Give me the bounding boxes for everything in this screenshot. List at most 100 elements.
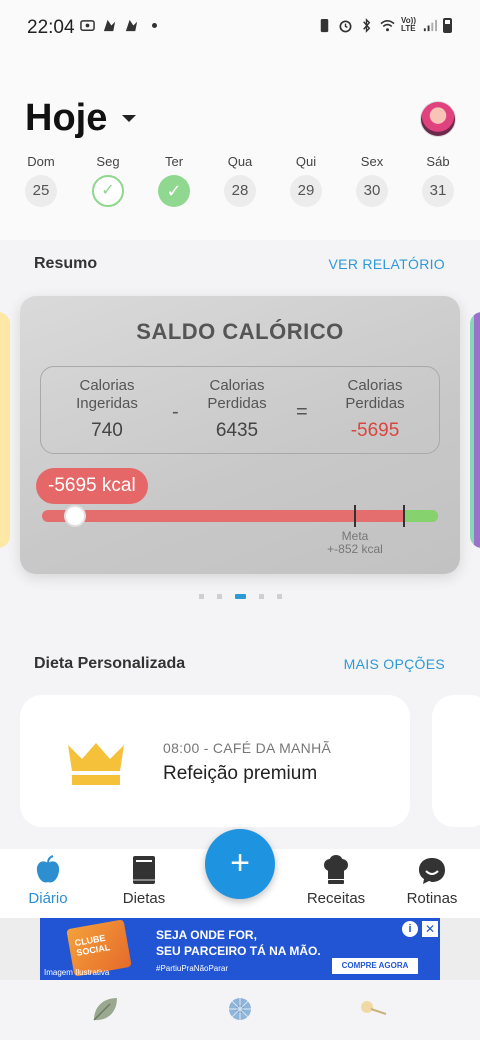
day-label: Ter	[164, 154, 184, 169]
day-label: Dom	[27, 154, 55, 169]
ad-caption: Imagem Ilustrativa	[44, 968, 110, 977]
burned-value: 6435	[215, 420, 259, 441]
day-label: Sáb	[426, 154, 450, 169]
result-value: -5695	[350, 420, 400, 441]
day-number[interactable]: 25	[25, 175, 57, 207]
day-sun[interactable]: Dom 25	[16, 154, 66, 207]
result-label: Calorias Perdidas	[345, 377, 405, 412]
ingested-value: 740	[91, 420, 123, 441]
ad-banner[interactable]: CLUBE SOCIAL SEJA ONDE FOR, SEU PARCEIRO…	[40, 918, 440, 980]
ingested-label: Calorias Ingeridas	[76, 377, 138, 412]
calorie-balance-card[interactable]: SALDO CALÓRICO Calorias Ingeridas 740 - …	[20, 296, 460, 574]
ad-info-icon[interactable]: i	[402, 921, 418, 937]
page-title[interactable]: Hoje	[25, 97, 107, 140]
nav-label: Diário	[28, 890, 68, 907]
notification-app-icon	[103, 19, 116, 32]
day-label: Qui	[295, 154, 317, 169]
previous-card[interactable]	[0, 312, 10, 548]
day-number[interactable]: 29	[290, 175, 322, 207]
goal-marker	[354, 505, 356, 527]
nav-label: Rotinas	[406, 890, 458, 907]
next-meal-card[interactable]	[432, 695, 480, 827]
summary-title: Resumo	[34, 255, 98, 272]
next-card[interactable]	[470, 312, 480, 548]
smile-chat-icon	[419, 858, 445, 884]
volte-indicator: Vo)) LTE	[401, 16, 416, 33]
system-navigation	[0, 980, 480, 1040]
ad-close-icon[interactable]: ✕	[422, 921, 438, 937]
leaf-icon[interactable]	[90, 994, 120, 1024]
nav-label: Dietas	[122, 890, 166, 907]
notification-app-icon	[125, 19, 138, 32]
result-column: Calorias Perdidas -5695	[315, 377, 435, 442]
meal-name: Refeição premium	[163, 763, 318, 784]
flower-icon[interactable]	[225, 994, 255, 1024]
ad-subheadline: SEU PARCEIRO TÁ NA MÃO.	[156, 944, 321, 958]
check-icon[interactable]: ✓	[158, 175, 190, 207]
book-icon	[133, 856, 155, 884]
screenshot-icon	[80, 20, 95, 31]
status-system-icons: Vo)) LTE	[317, 17, 452, 33]
carousel-dot[interactable]	[258, 594, 264, 599]
apple-icon	[36, 855, 60, 883]
avatar[interactable]	[420, 101, 456, 137]
week-selector: Dom 25 Seg ✓ Ter ✓ Qua 28 Qui 29 Sex 30 …	[0, 154, 480, 214]
carousel-dot[interactable]	[276, 594, 282, 599]
diet-title: Dieta Personalizada	[34, 655, 186, 672]
carousel-indicator	[0, 594, 480, 599]
battery-icon	[443, 17, 452, 33]
dandelion-icon[interactable]	[358, 994, 388, 1024]
more-notifications-dot	[152, 23, 157, 28]
day-label: Qua	[227, 154, 253, 169]
ad-headline: SEJA ONDE FOR,	[156, 928, 257, 942]
nav-receitas[interactable]: Receitas	[288, 849, 384, 918]
status-bar: 22:04 Vo)) LTE	[0, 0, 480, 54]
day-fri[interactable]: Sex 30	[347, 154, 397, 207]
day-sat[interactable]: Sáb 31	[413, 154, 463, 207]
nav-label: Receitas	[306, 890, 366, 907]
day-number[interactable]: 31	[422, 175, 454, 207]
balance-progress-bar	[42, 510, 438, 522]
burned-label: Calorias Perdidas	[207, 377, 267, 412]
meal-time: 08:00 - CAFÉ DA MANHÃ	[163, 740, 332, 756]
calorie-equation: Calorias Ingeridas 740 - Calorias Perdid…	[40, 366, 440, 454]
ingested-column: Calorias Ingeridas 740	[47, 377, 167, 442]
carousel-dot[interactable]	[198, 594, 204, 599]
balance-handle	[64, 505, 86, 527]
nav-dietas[interactable]: Dietas	[96, 849, 192, 918]
day-tue[interactable]: Ter ✓	[149, 154, 199, 207]
day-label: Sex	[360, 154, 384, 169]
vibrate-icon	[320, 18, 329, 32]
carousel-dot-active[interactable]	[234, 594, 246, 599]
equals-sign: =	[296, 401, 308, 423]
burned-column: Calorias Perdidas 6435	[177, 377, 297, 442]
chef-hat-icon	[324, 855, 348, 884]
ad-cta-button[interactable]: COMPRE AGORA	[332, 958, 418, 974]
header: Hoje Dom 25 Seg ✓ Ter ✓ Qua 28 Qui 29 Se…	[0, 54, 480, 240]
status-time: 22:04	[27, 17, 75, 38]
wifi-icon	[380, 19, 395, 31]
goal-zone	[404, 510, 438, 522]
day-wed[interactable]: Qua 28	[215, 154, 265, 207]
card-title: SALDO CALÓRICO	[136, 319, 344, 344]
add-button[interactable]: +	[205, 829, 275, 899]
goal-value: +-852 kcal	[327, 542, 383, 556]
caret-down-icon[interactable]	[122, 115, 136, 122]
status-notifications	[80, 18, 157, 33]
meal-card[interactable]: 08:00 - CAFÉ DA MANHÃ Refeição premium	[20, 695, 410, 827]
alarm-icon	[339, 19, 352, 32]
carousel-dot[interactable]	[216, 594, 222, 599]
more-options-link[interactable]: MAIS OPÇÕES	[344, 656, 445, 672]
balance-badge: -5695 kcal	[36, 468, 148, 504]
goal-marker	[403, 505, 405, 527]
day-number[interactable]: 30	[356, 175, 388, 207]
nav-rotinas[interactable]: Rotinas	[384, 849, 480, 918]
nav-diario[interactable]: Diário	[0, 849, 96, 918]
day-mon[interactable]: Seg ✓	[83, 154, 133, 207]
day-thu[interactable]: Qui 29	[281, 154, 331, 207]
day-label: Seg	[96, 154, 120, 169]
check-icon[interactable]: ✓	[92, 175, 124, 207]
crown-icon	[68, 743, 124, 785]
view-report-link[interactable]: VER RELATÓRIO	[329, 256, 445, 272]
day-number[interactable]: 28	[224, 175, 256, 207]
